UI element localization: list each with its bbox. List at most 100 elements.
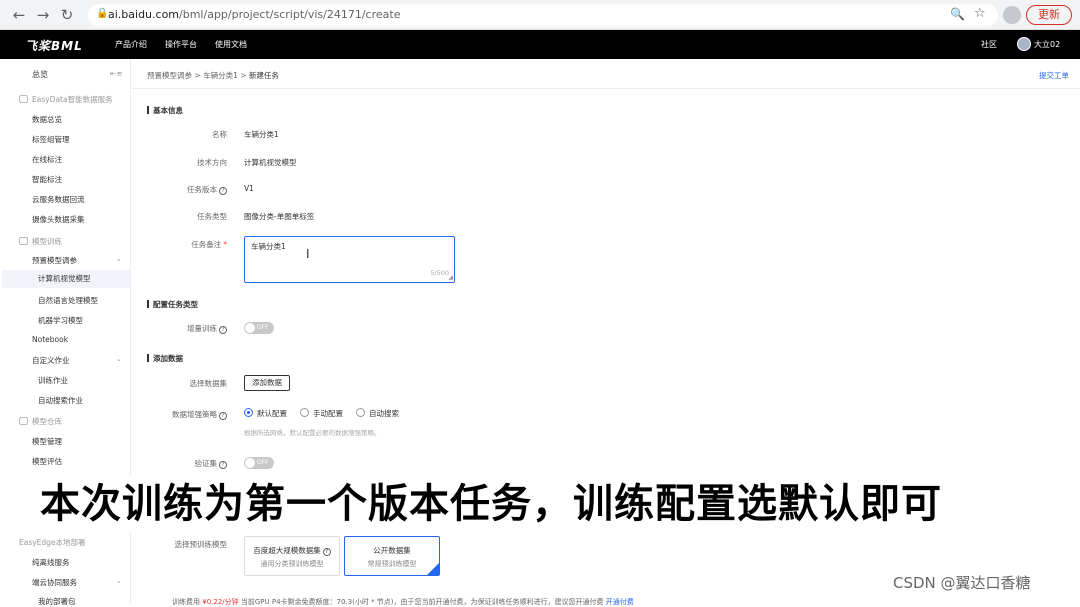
sidebar-item-model-manage[interactable]: 模型管理: [32, 436, 62, 447]
help-icon[interactable]: ?: [219, 187, 227, 195]
breadcrumb-item[interactable]: 车辆分类1: [203, 71, 238, 80]
pretrain-card-public[interactable]: 公开数据集 常规预训练模型: [344, 536, 440, 576]
name-value: 车辆分类1: [244, 130, 279, 139]
sidebar-item-data-overview[interactable]: 数据总览: [32, 114, 62, 125]
strategy-hint: 根据所选网络，默认配置必要的数据增强策略。: [244, 429, 381, 437]
note-textarea[interactable]: 车辆分类1 5/500 ◢: [244, 236, 455, 283]
sidebar-item-model-eval[interactable]: 模型评估: [32, 456, 62, 467]
toggle-knob: [245, 323, 255, 333]
resize-handle-icon[interactable]: ◢: [448, 274, 453, 281]
back-icon[interactable]: ←: [10, 6, 28, 24]
char-count: 5/500: [430, 269, 449, 277]
note-text: 车辆分类1: [251, 242, 286, 251]
user-avatar[interactable]: [1017, 37, 1031, 51]
selected-check-icon: [427, 563, 439, 575]
username[interactable]: 大立02: [1034, 39, 1060, 50]
radio-auto-search[interactable]: 自动搜索: [356, 408, 399, 419]
update-button[interactable]: 更新: [1026, 5, 1072, 25]
radio-manual-config[interactable]: 手动配置: [300, 408, 343, 419]
chevron-down-icon[interactable]: ⌄: [116, 355, 122, 363]
reload-icon[interactable]: ↻: [58, 6, 76, 24]
nav-docs[interactable]: 使用文档: [215, 39, 247, 50]
sidebar-item-smart-labeling[interactable]: 智能标注: [32, 174, 62, 185]
add-data-button[interactable]: 添加数据: [244, 375, 290, 391]
sidebar-item-my-packages[interactable]: 我的部署包: [38, 596, 76, 607]
breadcrumb: 预置模型调参 > 车辆分类1 > 新建任务: [147, 71, 279, 80]
chevron-down-icon[interactable]: ⌄: [116, 577, 122, 585]
address-bar[interactable]: 🔒 ai.baidu.com/bml/app/project/script/vi…: [88, 4, 998, 26]
fee-value: ¥0.22/分钟: [202, 598, 239, 606]
repository-icon: [19, 417, 28, 425]
zoom-icon[interactable]: 🔍: [950, 7, 965, 21]
sidebar-item-offline-service[interactable]: 纯离线服务: [32, 557, 70, 568]
breadcrumb-item[interactable]: 预置模型调参: [147, 71, 192, 80]
sidebar-item-label-groups[interactable]: 标签组管理: [32, 134, 70, 145]
help-icon[interactable]: ?: [219, 461, 227, 469]
pretrain-card-baidu[interactable]: 百度超大规模数据集? 通用分类预训练模型: [244, 536, 340, 576]
text-cursor-icon: Ⅰ: [306, 247, 310, 261]
cube-icon: [19, 237, 28, 245]
radio-selected-icon: [244, 408, 253, 417]
sidebar-item-auto-search-job[interactable]: 自动搜索作业: [38, 395, 83, 406]
sidebar-item-edge-cloud[interactable]: 端云协同服务: [32, 577, 77, 588]
divider: [132, 88, 1080, 89]
radio-default-config[interactable]: 默认配置: [244, 408, 287, 419]
fee-notice: 当前GPU P4卡剩余免费额度：70.3(小时 * 节点)，由于您当前开通付费，…: [240, 598, 604, 606]
incremental-toggle[interactable]: OFF: [244, 322, 274, 334]
toggle-knob: [245, 458, 255, 468]
sidebar-item-preset-tuning[interactable]: 预置模型调参: [32, 255, 77, 266]
sidebar-item-custom-job[interactable]: 自定义作业: [32, 355, 70, 366]
type-value: 图像分类-单图单标签: [244, 212, 315, 221]
nav-community[interactable]: 社区: [981, 39, 997, 50]
validation-toggle[interactable]: OFF: [244, 457, 274, 469]
radio-icon: [300, 408, 309, 417]
video-subtitle: 本次训练为第一个版本任务，训练配置选默认即可: [36, 475, 1046, 533]
breadcrumb-current: 新建任务: [248, 71, 279, 80]
forward-icon[interactable]: →: [34, 6, 52, 24]
enable-pay-link[interactable]: 开通付费: [606, 598, 634, 606]
note-label: 任务备注 *: [191, 240, 227, 249]
help-icon[interactable]: ?: [322, 548, 331, 556]
section-basic-info: 基本信息: [147, 105, 183, 116]
sidebar-group-easydata: EasyData智能数据服务: [19, 94, 113, 105]
sidebar-group-model-train: 模型训练: [19, 236, 62, 247]
sidebar-group-model-repo: 模型仓库: [19, 416, 62, 427]
profile-icon[interactable]: [1003, 6, 1021, 24]
submit-ticket-link[interactable]: 提交工单: [1039, 70, 1069, 81]
lock-icon: 🔒: [96, 8, 109, 19]
sidebar-item-training-job[interactable]: 训练作业: [38, 375, 68, 386]
sidebar-item-notebook[interactable]: Notebook: [32, 335, 68, 344]
direction-value: 计算机视觉模型: [244, 158, 297, 167]
section-config: 配置任务类型: [147, 299, 198, 310]
nav-product-intro[interactable]: 产品介绍: [115, 39, 147, 50]
sidebar-item-ml-model[interactable]: 机器学习模型: [38, 315, 83, 326]
validation-label: 验证集?: [132, 458, 227, 469]
sidebar-group-edge: EasyEdge本地部署: [19, 538, 86, 547]
database-icon: [19, 95, 28, 103]
collapse-sidebar-icon[interactable]: ⇤≡: [110, 69, 123, 78]
radio-icon: [356, 408, 365, 417]
version-value: V1: [244, 184, 254, 193]
section-add-data: 添加数据: [147, 353, 183, 364]
bookmark-star-icon[interactable]: ☆: [974, 6, 986, 21]
url-host: ai.baidu.com: [108, 8, 180, 21]
select-dataset-label: 选择数据集: [189, 379, 228, 388]
version-label: 任务版本?: [132, 184, 227, 195]
strategy-label: 数据增强策略?: [132, 409, 227, 420]
sidebar-item-online-labeling[interactable]: 在线标注: [32, 154, 62, 165]
top-navbar: 飞桨BML 产品介绍 操作平台 使用文档 社区 大立02: [0, 30, 1080, 59]
sidebar-item-nlp-model[interactable]: 自然语言处理模型: [38, 295, 98, 306]
sidebar-overview[interactable]: 总览: [32, 69, 48, 80]
direction-label: 技术方向: [197, 158, 227, 167]
sidebar-item-camera-collect[interactable]: 摄像头数据采集: [32, 214, 85, 225]
nav-platform[interactable]: 操作平台: [165, 39, 197, 50]
incremental-label: 增量训练?: [132, 323, 227, 334]
help-icon[interactable]: ?: [219, 412, 227, 420]
url-path: /bml/app/project/script/vis/24171/create: [179, 8, 401, 21]
help-icon[interactable]: ?: [219, 326, 227, 334]
chevron-down-icon[interactable]: ⌄: [116, 255, 122, 263]
brand-logo[interactable]: 飞桨BML: [25, 37, 83, 54]
sidebar-item-cv-model[interactable]: 计算机视觉模型: [2, 270, 130, 288]
sidebar-item-cloud-reflow[interactable]: 云服务数据回流: [32, 194, 85, 205]
type-label: 任务类型: [197, 212, 227, 221]
